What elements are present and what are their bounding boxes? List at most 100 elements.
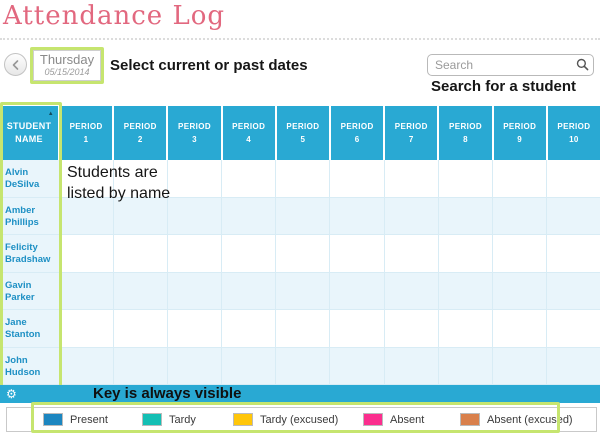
attendance-cell[interactable] — [330, 197, 385, 235]
attendance-cell[interactable] — [546, 235, 600, 273]
attendance-cell[interactable] — [114, 347, 169, 385]
attendance-cell[interactable] — [492, 310, 547, 348]
period-column-header[interactable]: PERIOD 8 — [439, 106, 494, 160]
attendance-cell[interactable] — [276, 160, 331, 198]
attendance-cell[interactable] — [276, 235, 331, 273]
attendance-cell[interactable] — [276, 310, 331, 348]
search-input[interactable] — [427, 54, 594, 76]
attendance-cell[interactable] — [114, 235, 169, 273]
attendance-cell[interactable] — [438, 235, 493, 273]
attendance-cell[interactable] — [384, 160, 439, 198]
period-header-word: PERIOD — [232, 122, 266, 131]
attendance-cell[interactable] — [546, 160, 600, 198]
period-column-header[interactable]: PERIOD 5 — [276, 106, 332, 160]
student-first-name: Jane — [5, 317, 27, 328]
attendance-cell[interactable] — [222, 310, 277, 348]
attendance-cell[interactable] — [330, 272, 385, 310]
student-last-name: Parker — [5, 291, 35, 303]
period-column-header[interactable]: PERIOD 7 — [385, 106, 440, 160]
date-picker[interactable]: Thursday 05/15/2014 — [33, 50, 101, 81]
attendance-cell[interactable] — [222, 197, 277, 235]
attendance-cell[interactable] — [330, 160, 385, 198]
attendance-cell[interactable] — [546, 310, 600, 348]
attendance-cell[interactable] — [168, 160, 223, 198]
legend-item: Present — [43, 408, 108, 431]
student-first-name: Felicity — [5, 242, 38, 253]
legend-color-swatch — [363, 413, 383, 426]
table-row: Felicity Bradshaw — [0, 235, 600, 273]
legend-label: Tardy (excused) — [260, 413, 339, 426]
attendance-cell[interactable] — [384, 272, 439, 310]
attendance-cell[interactable] — [276, 347, 331, 385]
attendance-cell[interactable] — [330, 310, 385, 348]
attendance-cell[interactable] — [492, 347, 547, 385]
attendance-cell[interactable] — [492, 160, 547, 198]
period-column-header[interactable]: PERIOD 3 — [168, 106, 223, 160]
attendance-cell[interactable] — [546, 272, 600, 310]
attendance-cell[interactable] — [546, 197, 600, 235]
chevron-left-icon — [12, 59, 18, 70]
student-first-name: Amber — [5, 204, 36, 216]
legend-item: Tardy (excused) — [233, 408, 338, 431]
period-column-header[interactable]: PERIOD 10 — [547, 106, 600, 160]
legend-color-swatch — [233, 413, 253, 426]
attendance-cell[interactable] — [492, 272, 547, 310]
attendance-cell[interactable] — [438, 310, 493, 348]
student-last-name: DeSilva — [5, 179, 40, 190]
student-name-cell: Amber Phillips — [0, 197, 60, 235]
sort-ascending-icon: ▲ — [47, 111, 54, 117]
attendance-cell[interactable] — [60, 310, 115, 348]
attendance-cell[interactable] — [168, 310, 223, 348]
attendance-cell[interactable] — [60, 272, 115, 310]
student-name-column-header[interactable]: ▲ STUDENT NAME — [0, 106, 60, 160]
attendance-cell[interactable] — [438, 160, 493, 198]
attendance-cell[interactable] — [222, 160, 277, 198]
attendance-cell[interactable] — [330, 235, 385, 273]
attendance-cell[interactable] — [492, 235, 547, 273]
attendance-cell[interactable] — [546, 347, 600, 385]
title-divider — [0, 38, 600, 40]
table-row: John Hudson — [0, 347, 600, 385]
attendance-cell[interactable] — [276, 197, 331, 235]
attendance-cell[interactable] — [168, 197, 223, 235]
attendance-cell[interactable] — [222, 347, 277, 385]
attendance-cell[interactable] — [276, 272, 331, 310]
period-header-number: 9 — [517, 135, 523, 144]
attendance-cell[interactable] — [222, 272, 277, 310]
attendance-cell[interactable] — [438, 272, 493, 310]
student-first-name: Alvin — [5, 167, 29, 178]
period-column-header[interactable]: PERIOD 2 — [114, 106, 169, 160]
attendance-cell[interactable] — [168, 235, 223, 273]
attendance-cell[interactable] — [384, 310, 439, 348]
attendance-cell[interactable] — [492, 197, 547, 235]
attendance-cell[interactable] — [384, 197, 439, 235]
period-header-word: PERIOD — [448, 122, 483, 131]
student-name-cell: John Hudson — [0, 347, 60, 385]
attendance-cell[interactable] — [60, 347, 115, 385]
search-annotation-note: Search for a student — [431, 78, 577, 95]
period-header-number: 2 — [137, 135, 143, 144]
attendance-cell[interactable] — [438, 197, 493, 235]
student-last-name: Phillips — [5, 216, 39, 228]
attendance-cell[interactable] — [60, 235, 115, 273]
period-column-header[interactable]: PERIOD 6 — [331, 106, 386, 160]
attendance-cell[interactable] — [168, 347, 223, 385]
legend-color-swatch — [43, 413, 63, 426]
attendance-cell[interactable] — [438, 347, 493, 385]
gear-icon[interactable]: ⚙ — [6, 387, 17, 401]
period-column-header[interactable]: PERIOD 1 — [60, 106, 115, 160]
attendance-cell[interactable] — [114, 310, 169, 348]
attendance-key-legend: Present Tardy Tardy (excused) Absent Absent … — [6, 407, 597, 432]
attendance-cell[interactable] — [114, 272, 169, 310]
student-name-header-label: STUDENT NAME — [6, 121, 52, 144]
period-header-number: 3 — [192, 135, 197, 144]
previous-day-button[interactable] — [4, 53, 27, 76]
period-column-header[interactable]: PERIOD 4 — [222, 106, 277, 160]
attendance-cell[interactable] — [222, 235, 277, 273]
attendance-cell[interactable] — [168, 272, 223, 310]
period-header-number: 6 — [354, 135, 360, 144]
attendance-cell[interactable] — [330, 347, 385, 385]
attendance-cell[interactable] — [384, 235, 439, 273]
attendance-cell[interactable] — [384, 347, 439, 385]
period-column-header[interactable]: PERIOD 9 — [493, 106, 548, 160]
